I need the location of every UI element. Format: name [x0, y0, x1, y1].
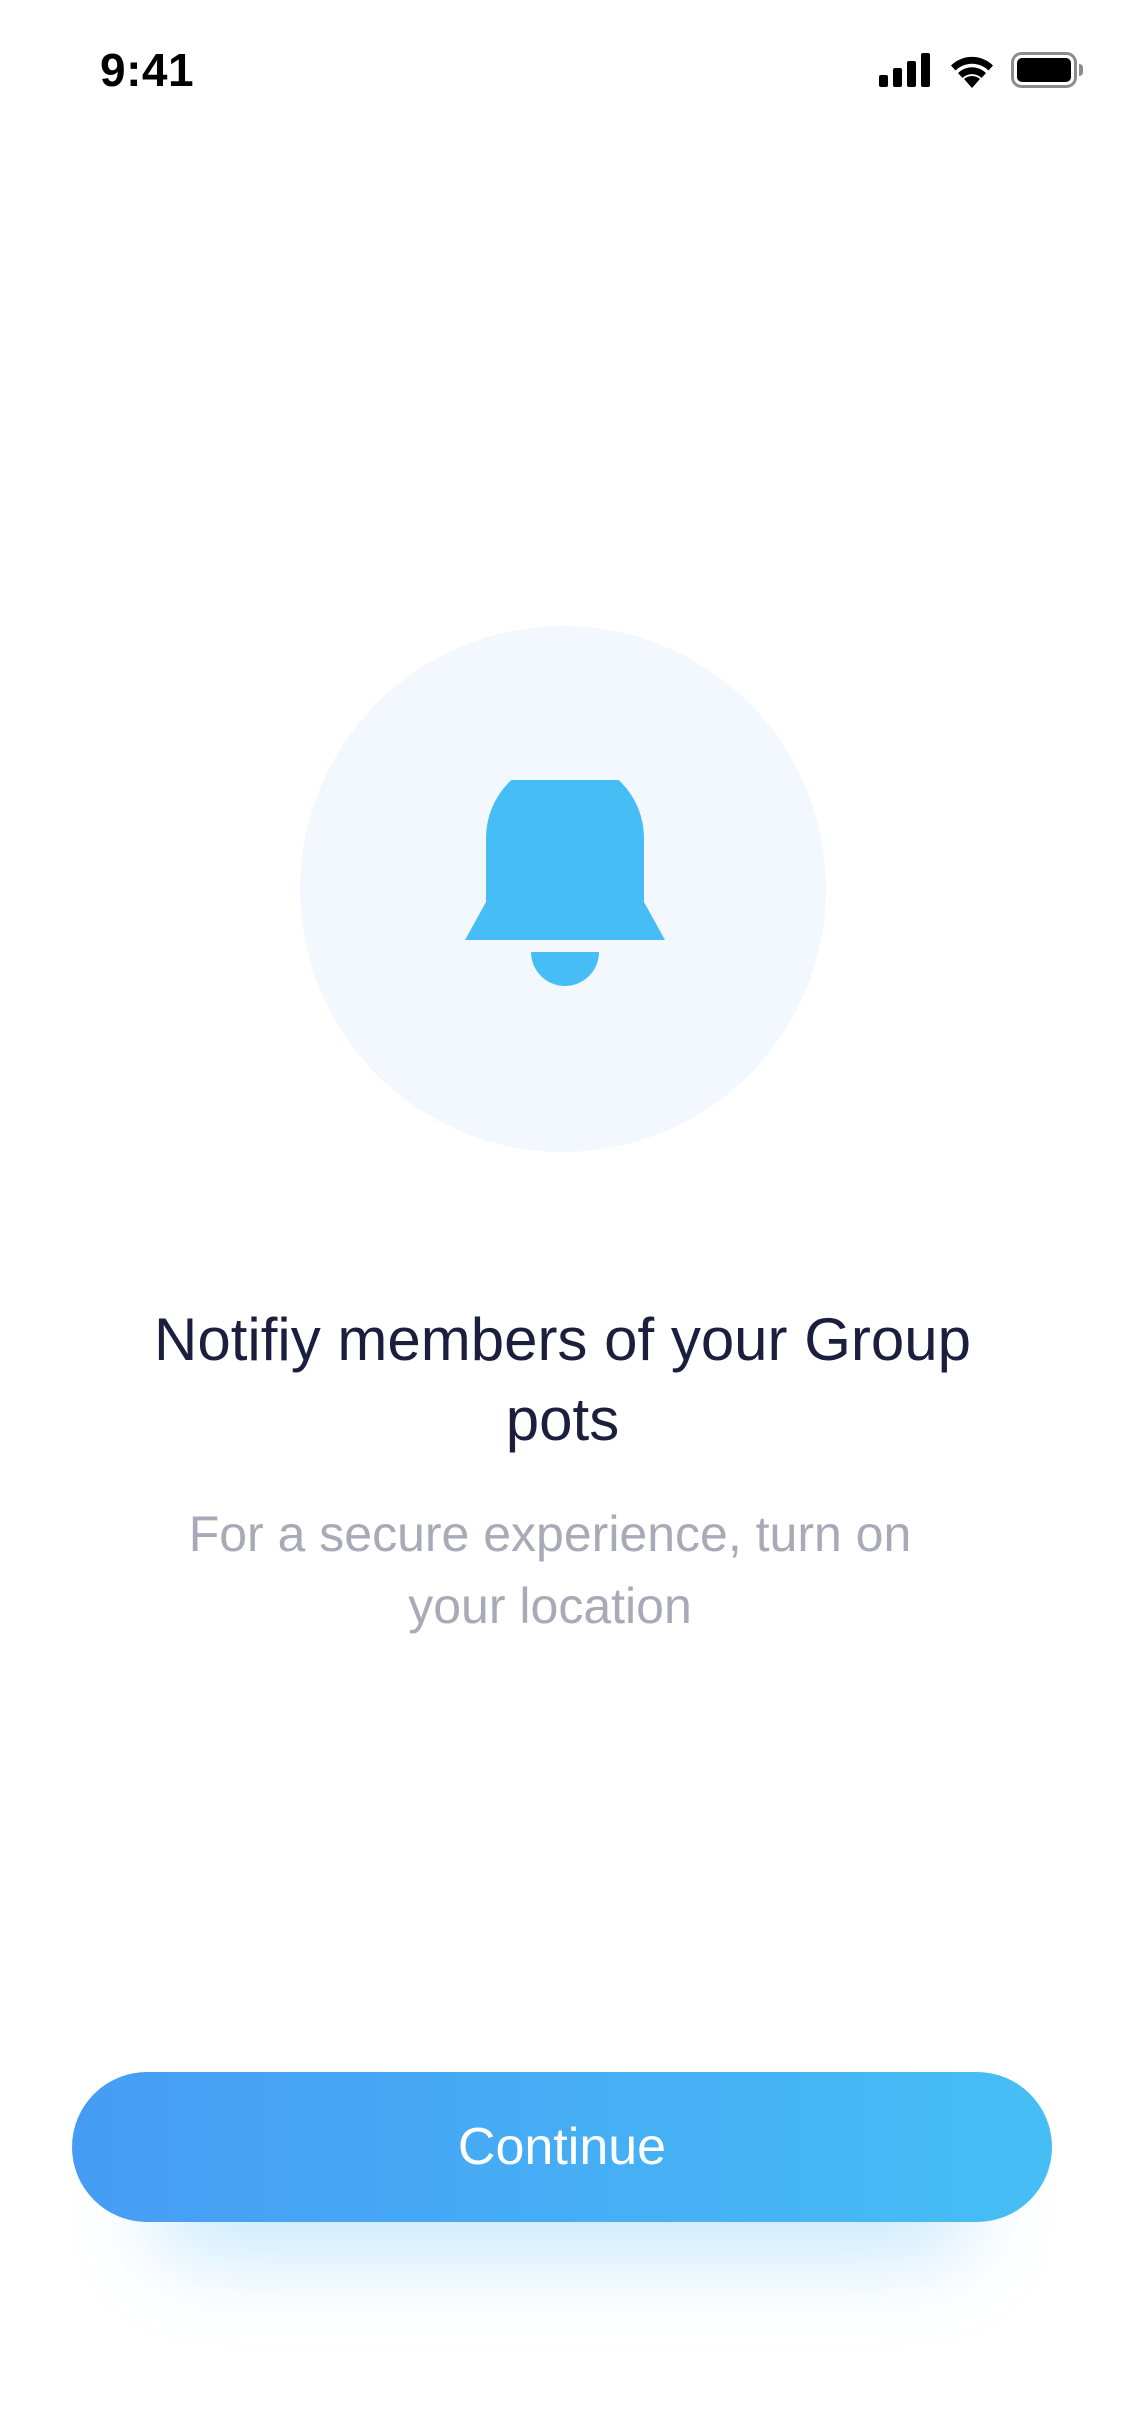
bell-icon [465, 780, 665, 986]
status-icons [879, 50, 1083, 90]
status-bar: 9:41 [0, 0, 1125, 132]
notification-permission-screen: 9:41 Notifiy members of your Group pots … [0, 0, 1125, 2436]
cellular-signal-icon [879, 53, 930, 87]
screen-subtitle: For a secure experience, turn on your lo… [188, 1506, 912, 1634]
battery-icon [1011, 52, 1083, 88]
wifi-icon [951, 56, 993, 88]
status-time: 9:41 [100, 44, 195, 96]
continue-button[interactable]: Continue [72, 2072, 1052, 2222]
notification-illustration [300, 626, 826, 1152]
screen-title: Notifiy members of your Group pots [154, 1306, 971, 1453]
